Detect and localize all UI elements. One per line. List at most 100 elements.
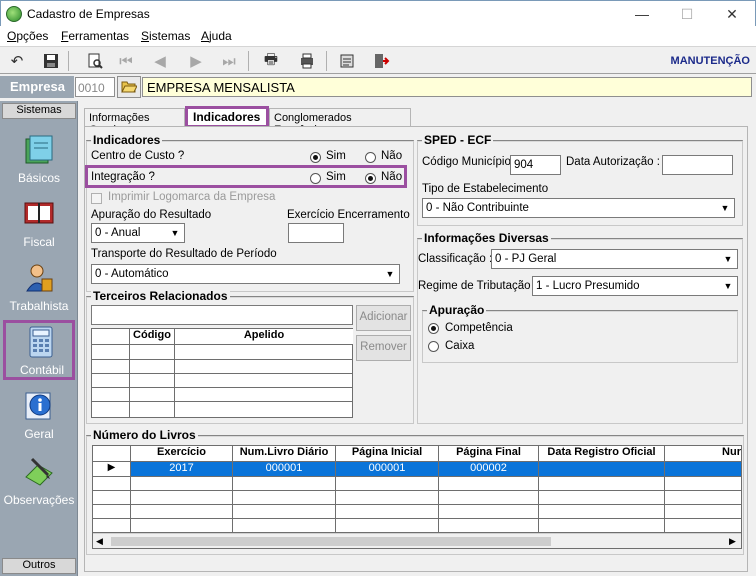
table-row[interactable] xyxy=(93,505,131,519)
print-icon[interactable]: 🖶 xyxy=(260,50,282,72)
folder-open-icon[interactable] xyxy=(117,76,141,98)
tab-panel: Indicadores Centro de Custo ? Sim Não In… xyxy=(84,126,748,572)
first-record-icon[interactable]: ⏮ xyxy=(115,50,137,72)
title-bar: Cadastro de Empresas — ☐ ✕ xyxy=(0,0,756,26)
centro-custo-sim-label: Sim xyxy=(326,150,346,162)
grid-header-data-registro[interactable]: Data Registro Oficial xyxy=(539,446,665,462)
sidebar-item-basicos[interactable]: Básicos xyxy=(0,129,78,191)
grid-header-pagina-inicial[interactable]: Página Inicial xyxy=(336,446,439,462)
integracao-nao-radio[interactable] xyxy=(365,173,376,184)
cell-num-registro[interactable] xyxy=(665,462,741,477)
last-record-icon[interactable]: ⏭ xyxy=(218,50,240,72)
sidebar-item-label: Fiscal xyxy=(23,235,55,249)
tab-conglomerados[interactable]: Conglomerados Econômicos xyxy=(269,108,411,136)
table-row[interactable] xyxy=(93,477,131,491)
adicionar-button[interactable]: Adicionar xyxy=(356,305,411,331)
table-row[interactable] xyxy=(92,374,130,388)
terceiros-search-input[interactable] xyxy=(91,305,353,325)
scroll-right-icon[interactable]: ▶ xyxy=(729,536,736,547)
table-row[interactable] xyxy=(92,402,130,417)
integracao-label: Integração ? xyxy=(91,171,155,183)
exercicio-encerramento-input[interactable] xyxy=(288,223,344,243)
data-autorizacao-input[interactable] xyxy=(662,155,733,175)
transporte-select[interactable]: 0 - Automático ▼ xyxy=(91,264,400,284)
transporte-label: Transporte do Resultado de Período xyxy=(91,248,277,260)
centro-custo-sim-radio[interactable] xyxy=(310,152,321,163)
tools-icon[interactable] xyxy=(336,50,358,72)
save-icon[interactable] xyxy=(40,50,62,72)
worker-icon xyxy=(22,261,56,295)
sidebar-item-label: Trabalhista xyxy=(9,299,69,313)
print-setup-icon[interactable] xyxy=(296,50,318,72)
books-icon xyxy=(22,133,56,167)
minimize-button[interactable]: — xyxy=(619,1,665,27)
sidebar-footer[interactable]: Outros xyxy=(2,558,76,574)
terceiros-grid[interactable]: Código Apelido xyxy=(91,328,353,418)
sidebar-item-label: Observações xyxy=(3,493,75,507)
table-row[interactable] xyxy=(92,345,130,360)
apuracao-resultado-select[interactable]: 0 - Anual ▼ xyxy=(91,223,185,243)
company-code-field[interactable]: 0010 xyxy=(75,77,115,97)
cell-pagina-inicial[interactable]: 000001 xyxy=(336,462,439,477)
tipo-estabelecimento-select[interactable]: 0 - Não Contribuinte ▼ xyxy=(422,198,735,218)
menu-ajuda[interactable]: Ajuda xyxy=(201,29,232,43)
tipo-estabelecimento-value: 0 - Não Contribuinte xyxy=(426,202,529,214)
exit-icon[interactable] xyxy=(370,50,392,72)
grid-header-pagina-final[interactable]: Página Final xyxy=(439,446,539,462)
livros-title: Número do Livros xyxy=(91,428,198,442)
menu-opcoes[interactable]: Opções xyxy=(7,29,48,43)
undo-icon[interactable]: ↶ xyxy=(6,50,28,72)
systems-sidebar: Sistemas Básicos Fiscal Trabalhista Cont… xyxy=(0,101,78,576)
grid-header-num-registro[interactable]: Nur xyxy=(665,446,741,462)
table-row[interactable] xyxy=(92,388,130,402)
menu-sistemas[interactable]: Sistemas xyxy=(141,29,190,43)
grid-header-exercicio[interactable]: Exercício xyxy=(131,446,233,462)
close-button[interactable]: ✕ xyxy=(709,1,755,27)
livros-grid[interactable]: Exercício Num.Livro Diário Página Inicia… xyxy=(92,445,742,549)
integracao-sim-radio[interactable] xyxy=(310,173,321,184)
grid-header-codigo[interactable]: Código xyxy=(130,329,175,345)
remover-button[interactable]: Remover xyxy=(356,335,411,361)
imprimir-logo-checkbox[interactable] xyxy=(91,193,102,204)
sidebar-item-fiscal[interactable]: Fiscal xyxy=(0,193,78,255)
grid-header-apelido[interactable]: Apelido xyxy=(175,329,353,345)
centro-custo-nao-radio[interactable] xyxy=(365,152,376,163)
sidebar-item-trabalhista[interactable]: Trabalhista xyxy=(0,257,78,319)
scrollbar-thumb[interactable] xyxy=(111,537,551,546)
maximize-button[interactable]: ☐ xyxy=(664,1,710,27)
tab-indicadores[interactable]: Indicadores xyxy=(185,106,269,128)
chevron-down-icon: ▼ xyxy=(720,251,736,267)
classificacao-label: Classificação : xyxy=(418,253,493,265)
transporte-value: 0 - Automático xyxy=(95,268,169,280)
classificacao-select[interactable]: 0 - PJ Geral ▼ xyxy=(491,249,738,269)
grid-header-num-livro[interactable]: Num.Livro Diário xyxy=(233,446,336,462)
preview-icon[interactable] xyxy=(84,50,106,72)
regime-tributacao-select[interactable]: 1 - Lucro Presumido ▼ xyxy=(532,276,738,296)
sidebar-item-label: Básicos xyxy=(17,171,61,185)
cell-num-livro[interactable]: 000001 xyxy=(233,462,336,477)
table-row[interactable] xyxy=(92,360,130,374)
company-name-field[interactable]: EMPRESA MENSALISTA xyxy=(142,77,752,97)
cell-pagina-final[interactable]: 000002 xyxy=(439,462,539,477)
current-row-arrow-icon: ▶ xyxy=(107,462,116,473)
competencia-radio[interactable] xyxy=(428,323,439,334)
sidebar-item-observacoes[interactable]: Observações xyxy=(0,451,78,513)
cell-data-registro[interactable] xyxy=(539,462,665,477)
info-icon xyxy=(22,389,56,423)
horizontal-scrollbar[interactable]: ◀ ▶ xyxy=(93,533,741,548)
caixa-label: Caixa xyxy=(445,340,475,352)
menu-ferramentas[interactable]: Ferramentas xyxy=(61,29,129,43)
cell-exercicio[interactable]: 2017 xyxy=(131,462,233,477)
tab-informacoes-gerais[interactable]: Informações Gerais xyxy=(84,108,185,136)
table-row[interactable] xyxy=(93,491,131,505)
codigo-municipio-input[interactable]: 904 xyxy=(510,155,561,175)
table-row[interactable] xyxy=(93,519,131,533)
next-record-icon[interactable]: ▶ xyxy=(185,50,207,72)
sidebar-item-contabil[interactable]: Contábil xyxy=(3,320,75,380)
sidebar-item-geral[interactable]: Geral xyxy=(0,385,78,447)
caixa-radio[interactable] xyxy=(428,341,439,352)
sidebar-header[interactable]: Sistemas xyxy=(2,103,76,119)
row-indicator[interactable]: ▶ xyxy=(93,462,131,477)
prev-record-icon[interactable]: ◀ xyxy=(149,50,171,72)
scroll-left-icon[interactable]: ◀ xyxy=(96,536,103,547)
